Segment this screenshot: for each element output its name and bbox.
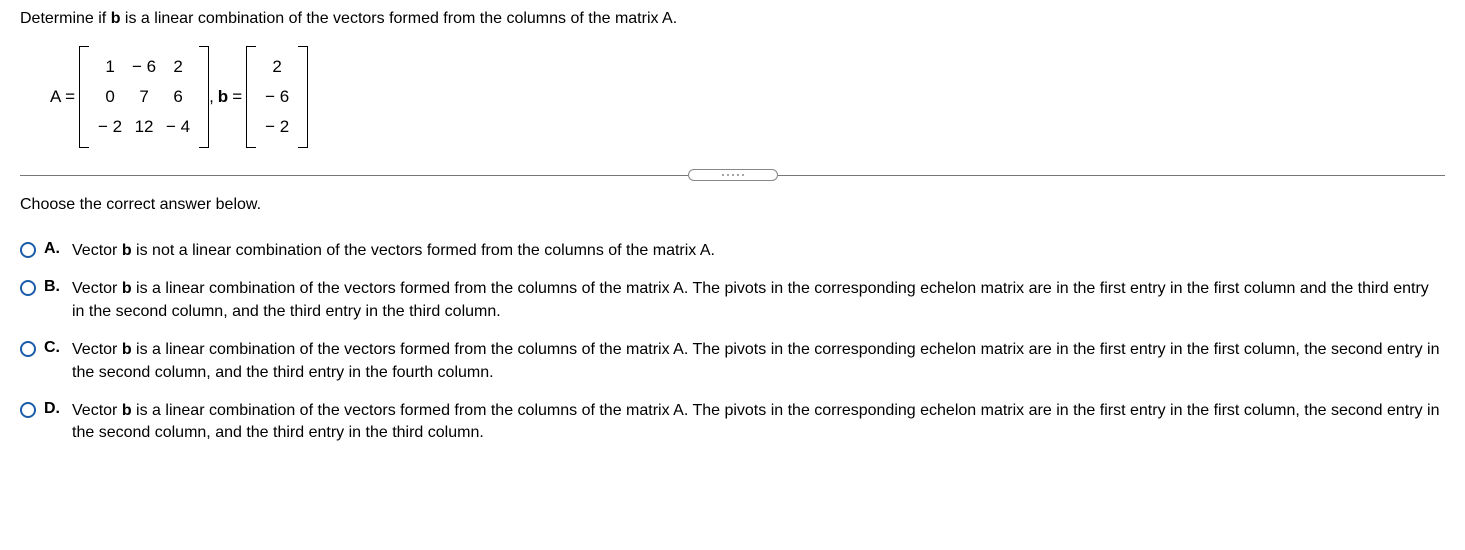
matrix-cell: − 4 [161, 117, 195, 137]
option-letter: C. [44, 339, 72, 357]
matrix-cell: 7 [127, 87, 161, 107]
option-c[interactable]: C. Vector b is a linear combination of t… [20, 339, 1445, 384]
radio-icon [20, 402, 36, 418]
question-text: Determine if b is a linear combination o… [20, 10, 1445, 28]
option-text: Vector b is a linear combination of the … [72, 278, 1445, 323]
bracket-left-icon [246, 46, 256, 148]
bracket-right-icon [199, 46, 209, 148]
radio-icon [20, 280, 36, 296]
option-a[interactable]: A. Vector b is not a linear combination … [20, 240, 1445, 262]
matrix-cell: 1 [93, 57, 127, 77]
option-text: Vector b is a linear combination of the … [72, 339, 1445, 384]
option-text: Vector b is not a linear combination of … [72, 240, 1445, 262]
radio-icon [20, 242, 36, 258]
matrix-cell: 2 [161, 57, 195, 77]
matrix-A: 1 − 6 2 0 7 6 − 2 12 − 4 [79, 46, 209, 148]
bracket-right-icon [298, 46, 308, 148]
matrix-cell: − 2 [93, 117, 127, 137]
matrix-cell: 0 [93, 87, 127, 107]
matrix-cell: 2 [260, 57, 294, 77]
option-d[interactable]: D. Vector b is a linear combination of t… [20, 400, 1445, 445]
matrix-cell: 12 [127, 117, 161, 137]
option-letter: A. [44, 240, 72, 258]
vector-b: 2 − 6 − 2 [246, 46, 308, 148]
question-pre: Determine if [20, 10, 111, 27]
matrix-cell: − 6 [260, 87, 294, 107]
option-text: Vector b is a linear combination of the … [72, 400, 1445, 445]
option-b[interactable]: B. Vector b is a linear combination of t… [20, 278, 1445, 323]
bracket-left-icon [79, 46, 89, 148]
matrix-cell: − 2 [260, 117, 294, 137]
label-A: A = [50, 87, 75, 107]
answer-prompt: Choose the correct answer below. [20, 196, 1445, 214]
option-letter: D. [44, 400, 72, 418]
radio-icon [20, 341, 36, 357]
option-letter: B. [44, 278, 72, 296]
matrix-cell: 6 [161, 87, 195, 107]
label-b-eq: = [232, 87, 242, 107]
question-post: is a linear combination of the vectors f… [120, 10, 677, 27]
matrix-cell: − 6 [127, 57, 161, 77]
matrix-equation: A = 1 − 6 2 0 7 6 − 2 12 − 4 , b = 2 [50, 46, 1445, 148]
section-divider [20, 168, 1445, 182]
options-group: A. Vector b is not a linear combination … [20, 240, 1445, 445]
label-b-var: b [218, 87, 228, 107]
divider-handle[interactable] [688, 169, 778, 181]
comma: , [209, 87, 214, 107]
